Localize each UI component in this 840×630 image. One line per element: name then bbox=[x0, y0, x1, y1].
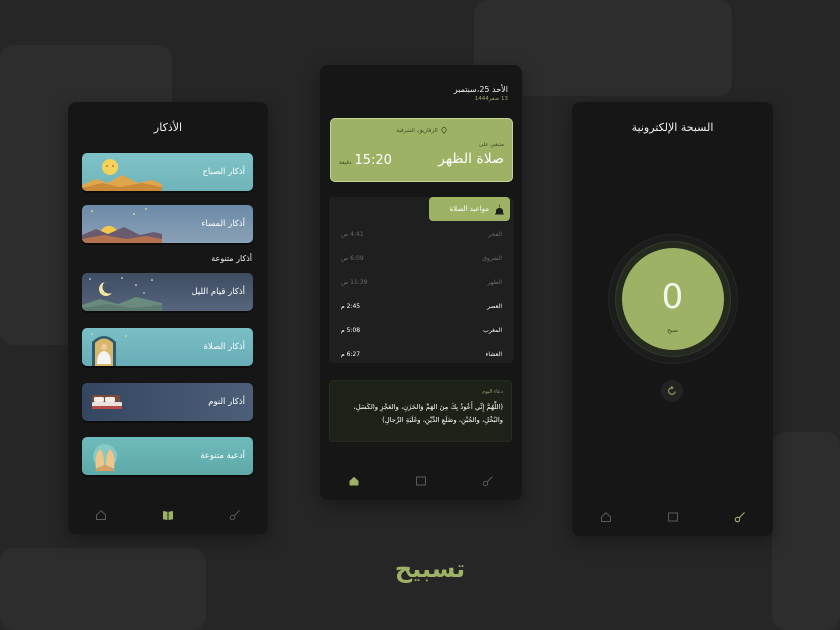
prayer-times-title: مواعيد الصلاة bbox=[449, 205, 490, 213]
card-night-azkar[interactable]: أذكار قيام الليل bbox=[82, 273, 253, 311]
prayer-time-name: الشروق bbox=[482, 255, 502, 262]
crescent-moon-icon bbox=[82, 277, 162, 311]
book-icon[interactable] bbox=[665, 509, 681, 525]
prayer-time-name: الفجر bbox=[488, 231, 502, 238]
bottom-nav bbox=[320, 462, 522, 500]
prayer-time-name: الظهر bbox=[487, 279, 503, 286]
dua-title: دعاء اليوم bbox=[482, 389, 503, 395]
card-sleep-azkar[interactable]: أذكار النوم bbox=[82, 383, 253, 421]
card-evening-azkar[interactable]: أذكار المساء bbox=[82, 205, 253, 243]
prayer-time-name: العشاء bbox=[485, 351, 502, 358]
remaining-label: متبقي على bbox=[478, 142, 504, 148]
book-icon[interactable] bbox=[160, 507, 176, 523]
prayer-time-value: 2:45 م bbox=[341, 303, 361, 310]
bottom-nav bbox=[572, 498, 773, 536]
counter-label: سبح bbox=[667, 327, 678, 334]
daily-dua-card: دعاء اليوم (اللَّهُمَّ إِنِّي أَعُوذُ بِ… bbox=[329, 380, 512, 442]
card-label: أدعية متنوعة bbox=[200, 451, 245, 461]
book-icon[interactable] bbox=[413, 473, 429, 489]
bottom-nav bbox=[68, 496, 268, 534]
prayer-time-value: 6:27 م bbox=[341, 351, 361, 358]
prayer-times-header[interactable]: مواعيد الصلاة bbox=[429, 197, 510, 221]
hijri-date: 13 صفر1444 bbox=[474, 96, 508, 102]
mosque-icon bbox=[495, 204, 504, 214]
page-title: السبحة الإلكترونية bbox=[631, 121, 714, 134]
praying-person-icon bbox=[91, 333, 127, 366]
card-label: أذكار النوم bbox=[208, 397, 245, 407]
page-title: الأذكار bbox=[153, 121, 183, 134]
tasbeeh-screen: السبحة الإلكترونية 0 سبح bbox=[572, 102, 773, 536]
tasbeeh-icon[interactable] bbox=[480, 473, 496, 489]
location-text: الزقازيق، الشرقية bbox=[396, 127, 438, 134]
home-icon[interactable] bbox=[598, 509, 614, 525]
time-unit: دقيقة bbox=[339, 160, 352, 166]
dua-text: (اللَّهُمَّ إِنِّي أَعُوذُ بِكَ مِنَ اله… bbox=[353, 403, 503, 424]
counter-value: 0 bbox=[661, 277, 684, 317]
card-label: أذكار المساء bbox=[201, 219, 245, 229]
praying-hands-icon bbox=[93, 444, 117, 471]
card-label: أذكار الصباح bbox=[202, 167, 245, 177]
background-block bbox=[772, 432, 840, 630]
prayer-time-row: 6:27 م العشاء bbox=[341, 351, 502, 358]
home-icon[interactable] bbox=[93, 507, 109, 523]
time-left: 15:20 bbox=[354, 153, 392, 168]
card-morning-azkar[interactable]: أذكار الصباح bbox=[82, 153, 253, 191]
prayer-time-value: 5:08 م bbox=[341, 327, 361, 334]
prayer-time-value: 4:41 ص bbox=[341, 231, 364, 238]
card-label: أذكار قيام الليل bbox=[191, 287, 245, 297]
prayer-time-name: العصر bbox=[487, 303, 502, 310]
prayer-time-row: 2:45 م العصر bbox=[341, 303, 502, 310]
card-prayer-azkar[interactable]: أذكار الصلاة bbox=[82, 328, 253, 366]
reset-button[interactable] bbox=[661, 380, 683, 402]
brand-logo: تسبيح bbox=[394, 555, 466, 583]
background-block bbox=[0, 548, 206, 630]
prayer-time-value: 11:39 ص bbox=[341, 279, 368, 286]
azkar-screen: الأذكار أذكار الصباح أذكار المساء أذكار … bbox=[68, 102, 268, 534]
reset-icon bbox=[668, 386, 676, 395]
sunset-icon bbox=[82, 208, 162, 243]
home-screen: الأحد 25،سبتمبر 13 صفر1444 الزقازيق، الش… bbox=[320, 65, 522, 500]
prayer-time-name: المغرب bbox=[483, 327, 502, 334]
card-misc-duas[interactable]: أدعية متنوعة bbox=[82, 437, 253, 475]
location-pin-icon bbox=[441, 127, 447, 134]
prayer-time-value: 6:09 ص bbox=[341, 255, 364, 262]
prayer-times-panel: مواعيد الصلاة 4:41 ص الفجر 6:09 ص الشروق 11:… bbox=[329, 197, 514, 363]
section-label: أذكار متنوعة bbox=[211, 254, 252, 263]
tasbeeh-icon[interactable] bbox=[732, 509, 748, 525]
prayer-time-row: 11:39 ص الظهر bbox=[341, 279, 502, 286]
tasbeeh-icon[interactable] bbox=[227, 507, 243, 523]
next-prayer-card: الزقازيق، الشرقية متبقي على صلاة الظهر د… bbox=[330, 118, 513, 182]
prayer-name: صلاة الظهر bbox=[438, 151, 504, 167]
card-label: أذكار الصلاة bbox=[203, 342, 245, 352]
gregorian-date: الأحد 25،سبتمبر bbox=[453, 85, 508, 94]
home-icon[interactable] bbox=[346, 473, 362, 489]
bed-icon bbox=[92, 395, 122, 409]
prayer-time-row: 5:08 م المغرب bbox=[341, 327, 502, 334]
sun-icon bbox=[82, 159, 162, 191]
prayer-time-row: 4:41 ص الفجر bbox=[341, 231, 502, 238]
prayer-time-row: 6:09 ص الشروق bbox=[341, 255, 502, 262]
